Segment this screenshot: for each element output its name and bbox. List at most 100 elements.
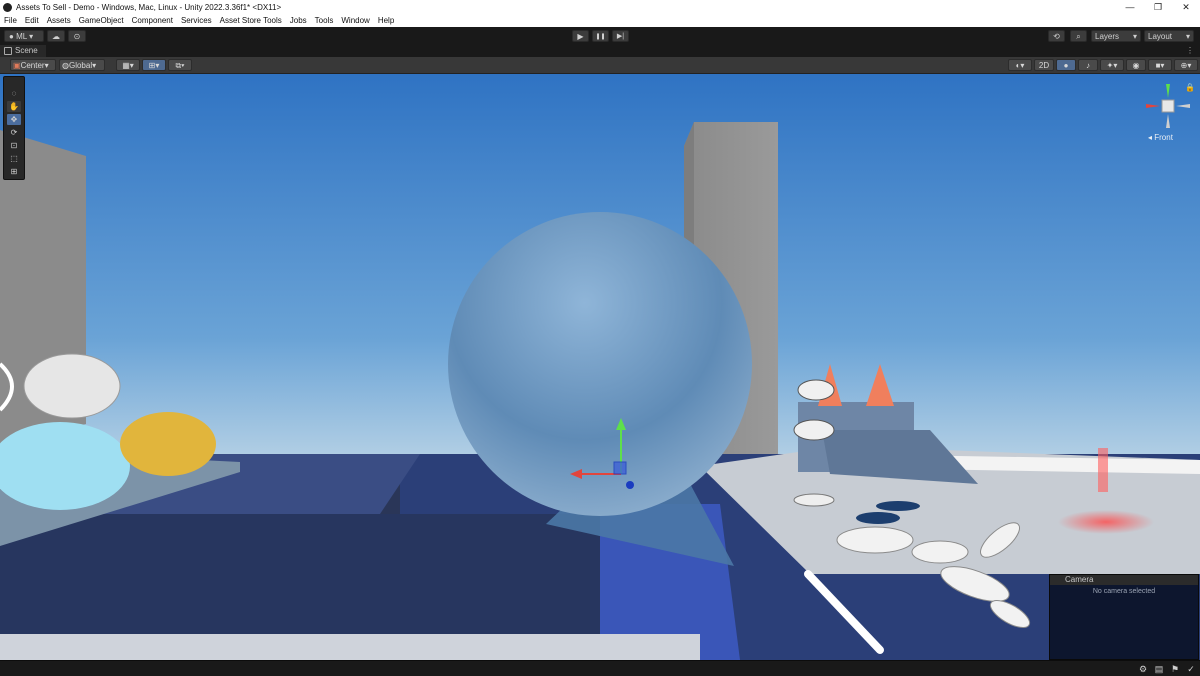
- check-icon[interactable]: ✓: [1186, 664, 1196, 674]
- rotate-icon: ⟳: [10, 128, 18, 137]
- rotate-tool-button[interactable]: ⟳: [7, 127, 21, 138]
- menu-bar: File Edit Assets GameObject Component Se…: [0, 14, 1200, 27]
- svg-text:🔒: 🔒: [1185, 83, 1194, 92]
- scale-icon: ⊡: [10, 141, 18, 150]
- gizmos-icon: ⊕▾: [1180, 61, 1192, 70]
- cloud-button[interactable]: ☁: [47, 30, 65, 42]
- layers-label: Layers: [1095, 32, 1120, 41]
- cache-icon[interactable]: ▤: [1154, 664, 1164, 674]
- menu-component[interactable]: Component: [128, 16, 177, 25]
- layout-dropdown[interactable]: Layout ▾: [1144, 30, 1194, 42]
- unity-logo-icon: [3, 2, 12, 12]
- menu-tools[interactable]: Tools: [311, 16, 338, 25]
- grid-icon: ▦▾: [122, 61, 134, 70]
- close-button[interactable]: ✕: [1172, 0, 1200, 14]
- toggle-2d-button[interactable]: 2D: [1034, 59, 1054, 71]
- menu-help[interactable]: Help: [374, 16, 398, 25]
- menu-window[interactable]: Window: [337, 16, 373, 25]
- pivot-mode-dropdown[interactable]: ▣Center▾: [10, 59, 56, 71]
- globe-icon: ◍: [62, 61, 69, 70]
- space-label: Global: [68, 61, 93, 70]
- pivot-label: Center: [20, 61, 45, 70]
- history-icon: ⟲: [1053, 32, 1060, 41]
- play-button[interactable]: ▶: [572, 30, 589, 42]
- camera-overlay-message: No camera selected: [1092, 588, 1156, 595]
- camera-overlay: Camera No camera selected: [1049, 574, 1199, 660]
- lighting-bake-icon[interactable]: ⚑: [1170, 664, 1180, 674]
- transform-tool-button[interactable]: ⊞: [7, 166, 21, 177]
- step-button[interactable]: ▶|: [612, 30, 629, 42]
- toggle-2d-label: 2D: [1038, 61, 1050, 70]
- menu-edit[interactable]: Edit: [21, 16, 43, 25]
- step-icon: ▶|: [616, 33, 625, 40]
- camera-settings-dropdown[interactable]: ■▾: [1148, 59, 1172, 71]
- menu-gameobject[interactable]: GameObject: [75, 16, 128, 25]
- chevron-down-icon: ▾: [29, 32, 34, 41]
- lightbulb-icon: ●: [1063, 61, 1069, 70]
- scene-visibility-button[interactable]: ◉: [1126, 59, 1146, 71]
- collab-button[interactable]: ⊙: [68, 30, 86, 42]
- scene-view-toolbar: ▣Center▾ ◍Global▾ ▦▾ ⊞▾ ⧉▾ ◐▾ 2D ● ♪ ✦▾ …: [0, 57, 1200, 74]
- menu-asset-store-tools[interactable]: Asset Store Tools: [216, 16, 286, 25]
- effects-icon: ✦▾: [1106, 61, 1118, 70]
- menu-assets[interactable]: Assets: [43, 16, 75, 25]
- audio-icon: ♪: [1086, 61, 1090, 70]
- lighting-toggle-button[interactable]: ●: [1056, 59, 1076, 71]
- cloud-icon: ☁: [52, 32, 60, 41]
- snap-icon: ⊞▾: [148, 61, 160, 70]
- tool-palette: ◌ ✋ ✥ ⟳ ⊡ ⬚ ⊞: [3, 76, 25, 180]
- undo-history-button[interactable]: ⟲: [1048, 30, 1065, 42]
- increment-snap-icon: ⧉▾: [175, 61, 185, 70]
- main-toolbar: ● ML ▾ ☁ ⊙ ▶ ❚❚ ▶| ⟲ ⌕ Layers ▾ Layout ▾: [0, 27, 1200, 46]
- layers-dropdown[interactable]: Layers ▾: [1091, 30, 1141, 42]
- move-tool-button[interactable]: ✥: [7, 114, 21, 125]
- draw-mode-dropdown[interactable]: ◐▾: [1008, 59, 1032, 71]
- gizmos-dropdown[interactable]: ⊕▾: [1174, 59, 1198, 71]
- search-button[interactable]: ⌕: [1070, 30, 1087, 42]
- chevron-down-icon: ▾: [92, 61, 97, 70]
- network-icon[interactable]: ⚙: [1138, 664, 1148, 674]
- more-options-icon[interactable]: ⋮: [1186, 45, 1194, 57]
- minimize-button[interactable]: —: [1116, 0, 1144, 14]
- chevron-down-icon: ▾: [44, 61, 49, 70]
- orientation-gizmo[interactable]: 🔒: [1142, 80, 1194, 132]
- tab-scene-label: Scene: [15, 46, 38, 55]
- menu-jobs[interactable]: Jobs: [286, 16, 311, 25]
- menu-services[interactable]: Services: [177, 16, 216, 25]
- pivot-icon: ▣: [13, 61, 21, 70]
- restore-button[interactable]: ❐: [1144, 0, 1172, 14]
- layout-label: Layout: [1148, 32, 1173, 41]
- gizmo-front-label: Front: [1154, 133, 1173, 142]
- space-mode-dropdown[interactable]: ◍Global▾: [59, 59, 105, 71]
- scene-tab-bar: Scene ⋮: [0, 45, 1200, 57]
- transform-icon: ⊞: [10, 167, 18, 176]
- scene-viewport[interactable]: [0, 74, 1200, 660]
- search-icon: ⌕: [1076, 32, 1081, 41]
- increment-snap-button[interactable]: ⧉▾: [168, 59, 192, 71]
- rect-tool-button[interactable]: ⬚: [7, 153, 21, 164]
- menu-file[interactable]: File: [0, 16, 21, 25]
- pause-button[interactable]: ❚❚: [592, 30, 609, 42]
- tab-scene[interactable]: Scene: [0, 45, 46, 57]
- snap-settings-button[interactable]: ⊞▾: [142, 59, 166, 71]
- scale-tool-button[interactable]: ⊡: [7, 140, 21, 151]
- view-icon: ◌: [11, 89, 17, 98]
- scene-icon: [4, 47, 12, 55]
- status-bar: ⚙ ▤ ⚑ ✓: [0, 660, 1200, 676]
- eye-icon: ◉: [1132, 61, 1140, 70]
- move-icon: ✥: [10, 115, 18, 124]
- account-button[interactable]: ● ML ▾: [4, 30, 44, 42]
- hand-icon: ✋: [9, 102, 19, 111]
- pause-icon: ❚❚: [595, 34, 606, 40]
- effects-dropdown[interactable]: ✦▾: [1100, 59, 1124, 71]
- scene-render: [0, 74, 1200, 660]
- rect-icon: ⬚: [10, 154, 18, 163]
- grid-visibility-button[interactable]: ▦▾: [116, 59, 140, 71]
- title-bar: Assets To Sell - Demo - Windows, Mac, Li…: [0, 0, 1200, 14]
- view-tool-button[interactable]: ◌: [7, 88, 21, 99]
- camera-overlay-title[interactable]: Camera: [1050, 575, 1198, 585]
- audio-toggle-button[interactable]: ♪: [1078, 59, 1098, 71]
- collab-icon: ⊙: [73, 32, 81, 41]
- hand-tool-button[interactable]: ✋: [7, 101, 21, 112]
- chevron-down-icon: ▾: [1185, 32, 1190, 41]
